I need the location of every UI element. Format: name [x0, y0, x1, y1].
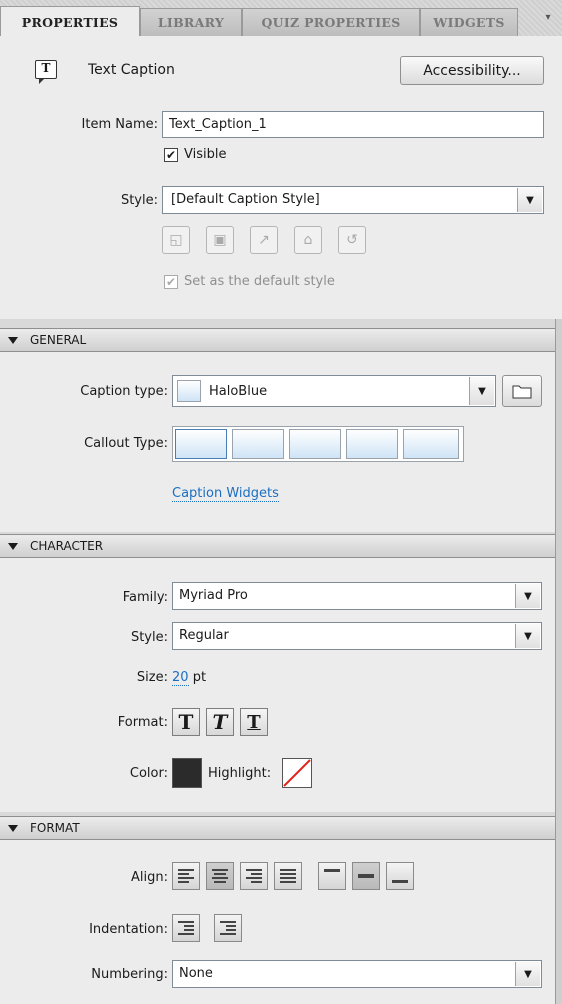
folder-icon[interactable]	[502, 375, 542, 407]
caption-style-value: [Default Caption Style]	[171, 192, 320, 207]
family-label: Family:	[122, 590, 168, 605]
caption-type-value: HaloBlue	[209, 384, 268, 399]
object-type-label: Text Caption	[88, 62, 175, 78]
font-style-value: Regular	[179, 628, 229, 643]
numbering-label: Numbering:	[91, 967, 168, 982]
item-name-label: Item Name:	[81, 117, 158, 132]
visible-checkbox[interactable]: ✔	[164, 148, 178, 162]
caption-type-label: Caption type:	[80, 384, 168, 399]
callout-type-option[interactable]	[232, 429, 284, 459]
numbering-dropdown[interactable]: None ▼	[172, 960, 542, 988]
chevron-down-icon: ▼	[515, 584, 540, 608]
general-section-title: GENERAL	[30, 333, 87, 347]
tab-library[interactable]: LIBRARY	[140, 8, 242, 36]
tab-widgets[interactable]: WIDGETS	[420, 8, 518, 36]
callout-type-option[interactable]	[346, 429, 398, 459]
accessibility-button[interactable]: Accessibility...	[400, 56, 544, 85]
caption-type-dropdown[interactable]: HaloBlue ▼	[172, 375, 496, 407]
collapse-triangle-icon	[8, 542, 18, 550]
align-justify-icon[interactable]	[274, 862, 302, 890]
collapse-triangle-icon	[8, 336, 18, 344]
character-section-header[interactable]: CHARACTER	[0, 534, 555, 558]
decrease-indent-icon[interactable]	[172, 914, 200, 942]
font-style-dropdown[interactable]: Regular ▼	[172, 622, 542, 650]
align-right-icon[interactable]	[240, 862, 268, 890]
item-name-input[interactable]: Text_Caption_1	[162, 111, 544, 138]
default-style-label: Set as the default style	[184, 274, 335, 289]
highlight-label: Highlight:	[208, 766, 272, 781]
tab-quiz-properties[interactable]: QUIZ PROPERTIES	[242, 8, 420, 36]
chevron-down-icon: ▼	[515, 962, 540, 986]
valign-top-icon[interactable]	[318, 862, 346, 890]
vertical-scrollbar[interactable]	[555, 319, 562, 1004]
text-caption-icon: T	[35, 60, 57, 84]
reset-style-icon: ↺	[338, 226, 366, 254]
general-section-header[interactable]: GENERAL	[0, 328, 555, 352]
text-color-swatch[interactable]	[172, 758, 202, 788]
caption-widgets-link[interactable]: Caption Widgets	[172, 486, 279, 502]
color-label: Color:	[129, 766, 168, 781]
default-style-checkbox: ✔	[164, 275, 178, 289]
chevron-down-icon: ▼	[469, 377, 494, 405]
format-section-header[interactable]: FORMAT	[0, 816, 555, 840]
numbering-value: None	[179, 966, 213, 981]
save-style-icon: ▣	[206, 226, 234, 254]
font-style-label: Style:	[130, 630, 168, 645]
panel-tab-bar: PROPERTIES LIBRARY QUIZ PROPERTIES WIDGE…	[0, 0, 562, 37]
apply-style-icon: ↗	[250, 226, 278, 254]
callout-type-picker	[172, 426, 464, 462]
font-family-value: Myriad Pro	[179, 588, 248, 603]
style-label: Style:	[120, 193, 158, 208]
chevron-down-icon: ▼	[515, 624, 540, 648]
callout-type-label: Callout Type:	[84, 436, 168, 451]
align-left-icon[interactable]	[172, 862, 200, 890]
format-section-title: FORMAT	[30, 821, 80, 835]
chevron-down-icon: ▼	[517, 188, 542, 212]
valign-middle-icon[interactable]	[352, 862, 380, 890]
callout-type-option[interactable]	[403, 429, 459, 459]
new-style-icon: ◱	[162, 226, 190, 254]
font-size-unit: pt	[192, 670, 207, 685]
tab-properties[interactable]: PROPERTIES	[0, 6, 140, 37]
delete-style-icon: ⌂	[294, 226, 322, 254]
caption-type-swatch	[177, 380, 201, 402]
highlight-color-swatch[interactable]	[282, 758, 312, 788]
character-section-title: CHARACTER	[30, 539, 104, 553]
format-label: Format:	[117, 715, 168, 730]
align-center-icon[interactable]	[206, 862, 234, 890]
font-family-dropdown[interactable]: Myriad Pro ▼	[172, 582, 542, 610]
font-size-scrubber[interactable]: 20	[172, 670, 189, 686]
indentation-label: Indentation:	[89, 922, 168, 937]
visible-label: Visible	[184, 147, 227, 162]
caption-style-dropdown[interactable]: [Default Caption Style] ▼	[162, 186, 544, 214]
size-label: Size:	[136, 670, 168, 685]
align-label: Align:	[131, 870, 168, 885]
valign-bottom-icon[interactable]	[386, 862, 414, 890]
italic-button[interactable]: T	[206, 708, 234, 736]
callout-type-option[interactable]	[175, 429, 227, 459]
collapse-triangle-icon	[8, 824, 18, 832]
panel-menu-icon[interactable]: ▾	[538, 12, 558, 30]
underline-button[interactable]: T	[240, 708, 268, 736]
bold-button[interactable]: T	[172, 708, 200, 736]
callout-type-option[interactable]	[289, 429, 341, 459]
increase-indent-icon[interactable]	[214, 914, 242, 942]
